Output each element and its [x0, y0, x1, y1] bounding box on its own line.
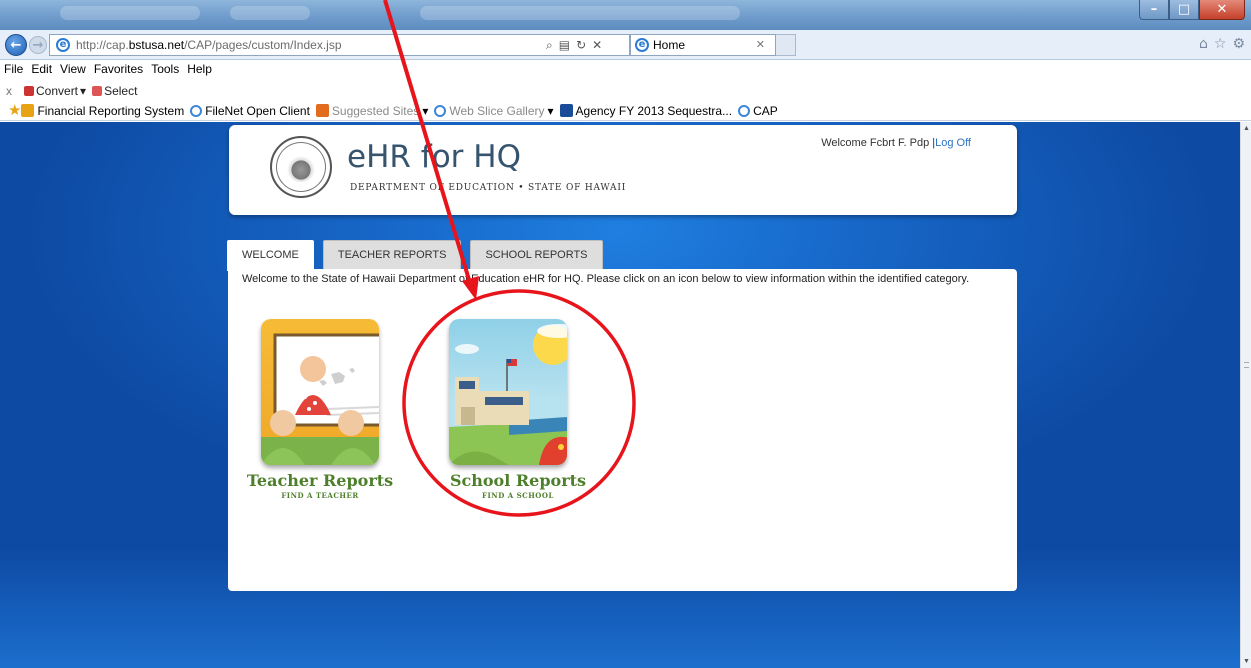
doe-seal-logo	[270, 136, 332, 198]
new-tab-button[interactable]	[776, 34, 796, 56]
ie-icon	[434, 104, 447, 117]
fav-label: Agency FY 2013 Sequestra...	[575, 103, 733, 118]
forward-button[interactable]: →	[29, 36, 47, 54]
tab-school-reports[interactable]: SCHOOL REPORTS	[470, 240, 603, 270]
ie-icon	[190, 104, 203, 117]
ie-icon	[738, 104, 751, 117]
favorites-star-icon[interactable]: ☆	[1214, 36, 1227, 52]
department-subtitle: DEPARTMENT OF EDUCATION • STATE OF HAWAI…	[350, 183, 627, 193]
fav-cap[interactable]: CAP	[738, 104, 778, 118]
vertical-scrollbar[interactable]: ▲ ▼	[1240, 122, 1251, 668]
fav-label: Suggested Sites	[331, 103, 420, 118]
tab-close-icon[interactable]: ✕	[756, 38, 765, 51]
header-card: eHR for HQ DEPARTMENT OF EDUCATION • STA…	[229, 125, 1017, 215]
convert-label: Convert	[36, 83, 79, 98]
blurred-window-title	[420, 6, 740, 20]
search-icon[interactable]: ⌕	[546, 38, 553, 53]
stop-icon[interactable]: ✕	[592, 38, 602, 52]
report-tabs: WELCOME TEACHER REPORTS SCHOOL REPORTS	[227, 240, 612, 271]
fav-label: Financial Reporting System	[37, 103, 185, 118]
select-button[interactable]: Select	[92, 84, 137, 98]
address-bar[interactable]: e http://cap.bstusa.net/CAP/pages/custom…	[49, 34, 541, 56]
school-illustration-icon	[449, 324, 567, 465]
teacher-illustration-icon	[261, 333, 379, 465]
browser-tab-home[interactable]: e Home ✕	[630, 34, 776, 56]
select-icon	[92, 85, 103, 96]
menu-help[interactable]: Help	[187, 61, 212, 80]
menu-tools[interactable]: Tools	[151, 61, 179, 80]
menu-view[interactable]: View	[60, 61, 86, 80]
tab-welcome[interactable]: WELCOME	[227, 240, 314, 271]
agency-icon	[559, 104, 573, 117]
school-reports-subtitle: FIND A SCHOOL	[482, 491, 554, 500]
fav-label: CAP	[753, 103, 778, 118]
menu-favorites[interactable]: Favorites	[94, 61, 143, 80]
welcome-panel: Welcome to the State of Hawaii Departmen…	[228, 269, 1017, 591]
fav-agency-fy2013[interactable]: Agency FY 2013 Sequestra...	[559, 103, 733, 118]
ie-tab-icon: e	[635, 38, 649, 52]
app-brand: eHR for HQ	[347, 139, 521, 175]
close-toolbar-icon[interactable]: x	[6, 84, 12, 98]
url-text: http://cap.bstusa.net/CAP/pages/custom/I…	[76, 38, 342, 52]
address-tools: ⌕ ▤ ↻ ✕	[540, 34, 630, 56]
school-reports-caption[interactable]: School Reports FIND A SCHOOL	[438, 471, 598, 500]
close-button[interactable]: ✕	[1199, 0, 1245, 20]
menu-bar: File Edit View Favorites Tools Help	[0, 61, 1251, 80]
favorites-bar: ★ Financial Reporting System FileNet Ope…	[0, 101, 1251, 121]
fav-web-slice[interactable]: Web Slice Gallery ▾	[434, 103, 554, 118]
menu-file[interactable]: File	[4, 61, 23, 80]
minimize-button[interactable]: –	[1139, 0, 1169, 20]
chevron-down-icon: ▾	[80, 83, 87, 98]
school-reports-title: School Reports	[449, 471, 587, 490]
blurred-title-fragment	[230, 6, 310, 20]
frs-icon	[21, 104, 35, 117]
menu-edit[interactable]: Edit	[31, 61, 52, 80]
favorites-star-icon[interactable]: ★	[8, 103, 21, 118]
page-viewport: eHR for HQ DEPARTMENT OF EDUCATION • STA…	[0, 122, 1240, 668]
school-reports-tile[interactable]	[449, 319, 567, 465]
back-button[interactable]: ←	[5, 34, 27, 56]
command-bar: x Convert ▾ Select	[0, 80, 1251, 101]
scroll-down-icon[interactable]: ▼	[1243, 658, 1250, 665]
chevron-down-icon: ▾	[422, 103, 429, 118]
scroll-up-icon[interactable]: ▲	[1243, 125, 1250, 132]
fav-label: Web Slice Gallery	[449, 103, 545, 118]
suggested-icon	[315, 104, 329, 117]
welcome-user: Welcome Fcbrt F. Pdp |Log Off	[821, 137, 971, 149]
browser-right-icons: ⌂ ☆ ⚙	[1199, 36, 1245, 52]
maximize-button[interactable]: □	[1169, 0, 1199, 20]
window-controls: – □ ✕	[1139, 0, 1245, 22]
compatibility-icon[interactable]: ▤	[559, 38, 570, 52]
logoff-link[interactable]: Log Off	[935, 137, 971, 149]
address-row: ← → e http://cap.bstusa.net/CAP/pages/cu…	[0, 30, 1251, 60]
home-icon[interactable]: ⌂	[1199, 36, 1208, 52]
fav-label: FileNet Open Client	[205, 103, 310, 118]
ie-page-icon: e	[56, 38, 70, 52]
refresh-icon[interactable]: ↻	[576, 38, 586, 52]
teacher-reports-caption[interactable]: Teacher Reports FIND A TEACHER	[240, 471, 400, 500]
blurred-title-fragment	[60, 6, 200, 20]
select-label: Select	[104, 83, 138, 98]
fav-suggested-sites[interactable]: Suggested Sites ▾	[315, 103, 429, 118]
chevron-down-icon: ▾	[547, 103, 554, 118]
intro-text: Welcome to the State of Hawaii Departmen…	[242, 273, 970, 285]
tab-title: Home	[653, 38, 686, 52]
teacher-reports-subtitle: FIND A TEACHER	[281, 491, 359, 500]
convert-button[interactable]: Convert ▾	[24, 84, 86, 98]
scroll-grip[interactable]	[1244, 362, 1249, 368]
fav-filenet[interactable]: FileNet Open Client	[190, 104, 310, 118]
teacher-reports-tile[interactable]	[261, 319, 379, 465]
gear-icon[interactable]: ⚙	[1232, 36, 1245, 52]
window-title-bar: – □ ✕	[0, 0, 1251, 30]
welcome-text: Welcome Fcbrt F. Pdp |	[821, 137, 936, 149]
fav-financial-reporting[interactable]: Financial Reporting System	[21, 104, 184, 118]
teacher-reports-title: Teacher Reports	[246, 471, 394, 490]
convert-pdf-icon	[24, 85, 34, 96]
tab-teacher-reports[interactable]: TEACHER REPORTS	[322, 240, 462, 270]
